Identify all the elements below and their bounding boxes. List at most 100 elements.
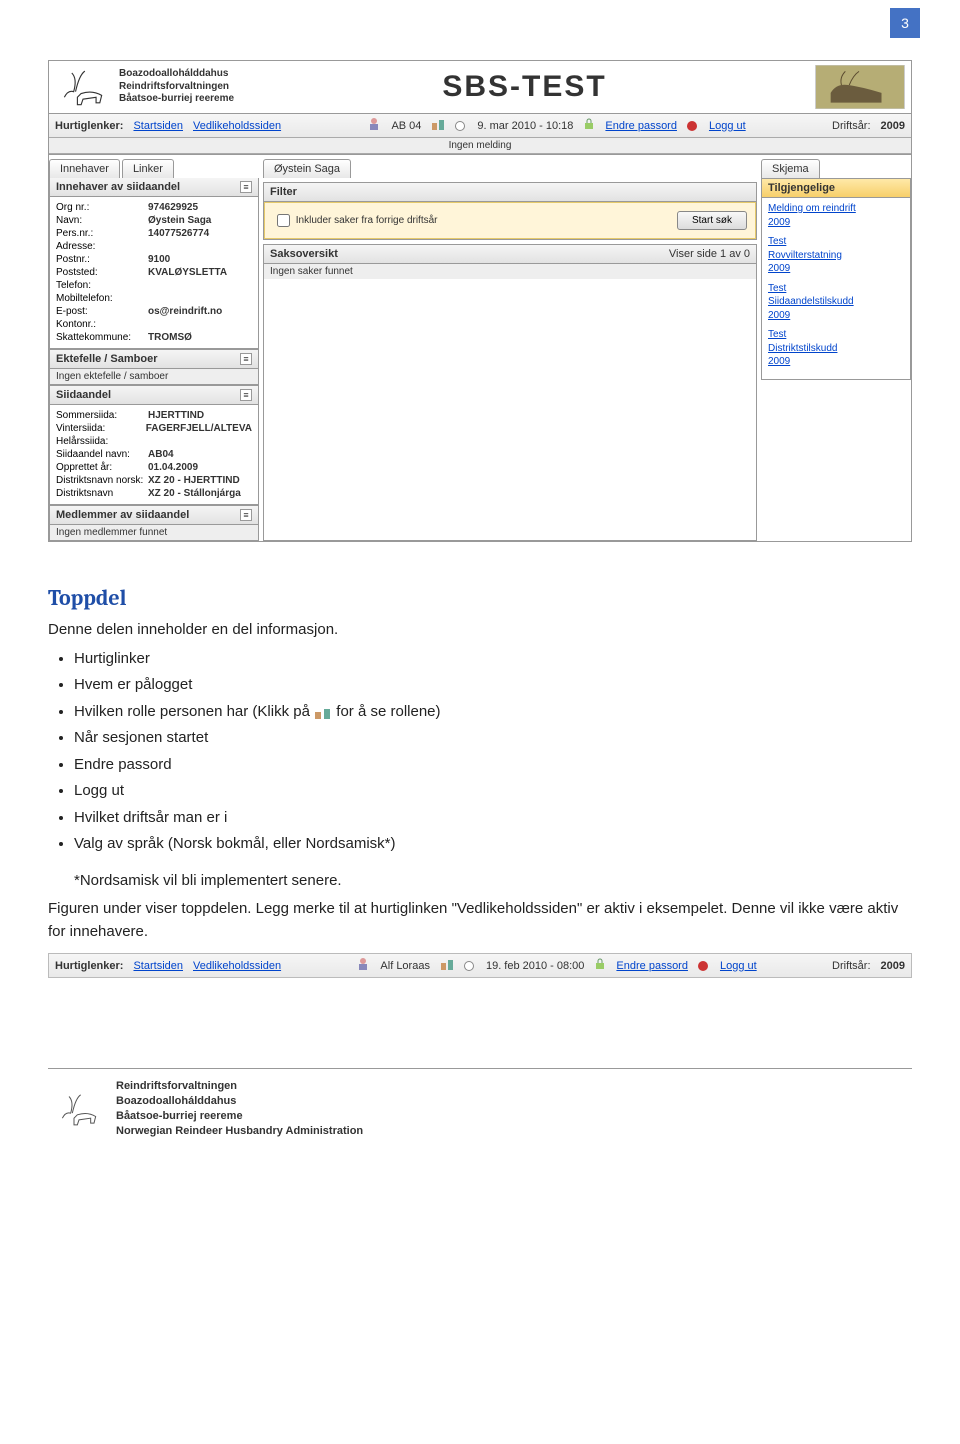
form-link[interactable]: Rovvilterstatning	[768, 249, 904, 263]
roles-icon[interactable]	[440, 957, 454, 974]
tab-linker[interactable]: Linker	[122, 159, 174, 178]
filter-body: Inkluder saker fra forrige driftsår Star…	[264, 202, 756, 239]
panel-innehaver: Innehaver av siidaandel≡ Org nr.:9746299…	[49, 178, 259, 349]
panel-empty-text: Ingen medlemmer funnet	[50, 525, 258, 540]
form-link-group: TestDistriktstilskudd2009	[768, 328, 904, 369]
tab-skjema[interactable]: Skjema	[761, 159, 820, 178]
panel-title: Saksoversikt	[270, 248, 338, 260]
kv-value: 974629925	[148, 202, 252, 213]
bullet-item: Når sesjonen startet	[74, 727, 912, 750]
kv-row: Poststed:KVALØYSLETTA	[56, 266, 252, 279]
kv-label: Org nr.:	[56, 202, 148, 213]
panel-tilgjengelige: Tilgjengelige Melding om reindrift2009Te…	[761, 178, 911, 380]
logout-link[interactable]: Logg ut	[720, 960, 757, 972]
kv-value: HJERTTIND	[148, 410, 252, 421]
change-password-link[interactable]: Endre passord	[616, 960, 688, 972]
kv-label: Sommersiida:	[56, 410, 148, 421]
footer-line: Båatsoe-burriej reereme	[116, 1109, 363, 1124]
kv-row: Pers.nr.:14077526774	[56, 227, 252, 240]
kv-value: TROMSØ	[148, 332, 252, 343]
collapse-icon[interactable]: ≡	[240, 509, 252, 521]
form-link[interactable]: Siidaandelstilskudd	[768, 295, 904, 309]
tab-innehaver[interactable]: Innehaver	[49, 159, 120, 178]
form-link[interactable]: Melding om reindrift	[768, 202, 904, 216]
kv-value	[148, 436, 252, 447]
figure-caption: Figuren under viser toppdelen. Legg merk…	[48, 898, 912, 943]
form-link[interactable]: Test	[768, 235, 904, 249]
panel-filter: Filter Inkluder saker fra forrige drifts…	[263, 182, 757, 240]
panel-ektefelle: Ektefelle / Samboer≡ Ingen ektefelle / s…	[49, 349, 259, 385]
form-link[interactable]: 2009	[768, 262, 904, 276]
org-line: Båatsoe-burriej reereme	[119, 93, 234, 106]
kv-label: Pers.nr.:	[56, 228, 148, 239]
lock-icon	[583, 118, 595, 133]
form-link[interactable]: Distriktstilskudd	[768, 342, 904, 356]
middle-column: Øystein Saga Filter Inkluder saker fra f…	[263, 157, 757, 541]
form-link[interactable]: Test	[768, 328, 904, 342]
form-link[interactable]: Test	[768, 282, 904, 296]
kv-row: Sommersiida:HJERTTIND	[56, 409, 252, 422]
quicklink-start[interactable]: Startsiden	[133, 960, 183, 972]
kv-row: Vintersiida:FAGERFJELL/ALTEVA	[56, 422, 252, 435]
logout-icon	[698, 960, 710, 972]
roles-icon	[314, 705, 332, 719]
kv-row: DistriktsnavnXZ 20 - Stállonjárga	[56, 487, 252, 500]
kv-label: Skattekommune:	[56, 332, 148, 343]
panel-empty-text: Ingen ektefelle / samboer	[50, 369, 258, 384]
form-link-group: TestSiidaandelstilskudd2009	[768, 282, 904, 323]
kv-value: 01.04.2009	[148, 462, 252, 473]
kv-row: E-post:os@reindrift.no	[56, 305, 252, 318]
form-link[interactable]: 2009	[768, 355, 904, 369]
kv-label: Vintersiida:	[56, 423, 146, 434]
org-line: Boazodoallohálddahus	[119, 68, 234, 81]
session-datetime: 19. feb 2010 - 08:00	[486, 960, 584, 972]
kv-row: Opprettet år:01.04.2009	[56, 461, 252, 474]
kv-value	[148, 280, 252, 291]
kv-row: Distriktsnavn norsk:XZ 20 - HJERTTIND	[56, 474, 252, 487]
kv-label: Adresse:	[56, 241, 148, 252]
kv-row: Kontonr.:	[56, 318, 252, 331]
roles-icon[interactable]	[431, 117, 445, 134]
kv-row: Adresse:	[56, 240, 252, 253]
filter-checkbox[interactable]	[277, 214, 290, 227]
quicklink-start[interactable]: Startsiden	[133, 120, 183, 132]
kv-row: Skattekommune:TROMSØ	[56, 331, 252, 344]
kv-label: Mobiltelefon:	[56, 293, 148, 304]
kv-row: Navn:Øystein Saga	[56, 214, 252, 227]
toolbar-top: Hurtiglenker: Startsiden Vedlikeholdssid…	[49, 114, 911, 138]
kv-value: os@reindrift.no	[148, 306, 252, 317]
form-link-group: TestRovvilterstatning2009	[768, 235, 904, 276]
cases-empty-text: Ingen saker funnet	[264, 264, 756, 279]
kv-label: E-post:	[56, 306, 148, 317]
collapse-icon[interactable]: ≡	[240, 353, 252, 365]
main-columns: Innehaver Linker Innehaver av siidaandel…	[49, 154, 911, 541]
kv-label: Distriktsnavn	[56, 488, 148, 499]
kv-label: Opprettet år:	[56, 462, 148, 473]
form-link[interactable]: 2009	[768, 309, 904, 323]
form-link[interactable]: 2009	[768, 216, 904, 230]
quicklink-maint[interactable]: Vedlikeholdssiden	[193, 120, 281, 132]
kv-value: XZ 20 - HJERTTIND	[148, 475, 252, 486]
panel-title: Siidaandel	[56, 389, 111, 401]
panel-medlemmer: Medlemmer av siidaandel ≡ Ingen medlemmer…	[49, 505, 259, 541]
kv-label: Navn:	[56, 215, 148, 226]
org-title-lines: Boazodoallohálddahus Reindriftsforvaltni…	[119, 68, 234, 106]
footer-line: Boazodoallohálddahus	[116, 1094, 363, 1109]
bullet-item: Hvilket driftsår man er i	[74, 807, 912, 830]
kv-row: Helårssiida:	[56, 435, 252, 448]
logout-icon	[687, 120, 699, 132]
kv-label: Kontonr.:	[56, 319, 148, 330]
logout-link[interactable]: Logg ut	[709, 120, 746, 132]
filter-checkbox-text: Inkluder saker fra forrige driftsår	[296, 215, 438, 226]
quicklink-maint[interactable]: Vedlikeholdssiden	[193, 960, 281, 972]
collapse-icon[interactable]: ≡	[240, 181, 252, 193]
no-messages-bar: Ingen melding	[49, 138, 911, 154]
tab-user[interactable]: Øystein Saga	[263, 159, 351, 178]
kv-value	[148, 293, 252, 304]
change-password-link[interactable]: Endre passord	[605, 120, 677, 132]
collapse-icon[interactable]: ≡	[240, 389, 252, 401]
filter-checkbox-label[interactable]: Inkluder saker fra forrige driftsår	[273, 211, 438, 230]
start-search-button[interactable]: Start søk	[677, 211, 747, 230]
panel-title: Medlemmer av siidaandel	[56, 509, 189, 521]
panel-title: Tilgjengelige	[768, 182, 835, 194]
